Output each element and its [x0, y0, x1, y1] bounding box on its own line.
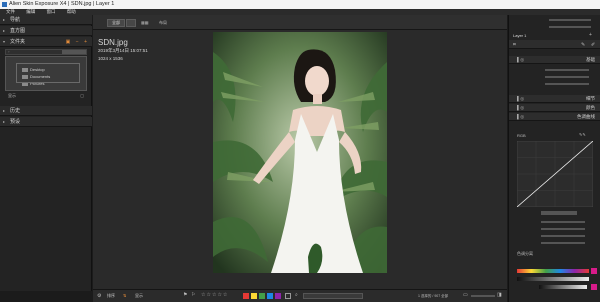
folder-footer: 显示 ▢ [8, 93, 84, 99]
chevron-right-icon: ▸ [3, 28, 6, 33]
shadow-color-swatch[interactable] [591, 284, 597, 290]
folder-tree: Desktop Documents Pictures [5, 56, 87, 91]
top-slider-1[interactable] [549, 19, 591, 21]
top-slider-2[interactable] [549, 26, 591, 28]
settings-icon[interactable]: ▢ [80, 93, 84, 99]
title-bar: Alien Skin Exposure X4 | SDN.jpg | Layer… [0, 0, 600, 9]
curve-slider-3[interactable] [541, 235, 585, 237]
section-basic[interactable]: ▌◎ 基础 [509, 56, 600, 64]
layer-name: Layer 1 [513, 33, 527, 38]
section-color[interactable]: ▌◎ 颜色 [509, 104, 600, 112]
photo-image [213, 32, 387, 273]
menu-window[interactable]: 窗口 [47, 9, 56, 14]
menu-help[interactable]: 帮助 [67, 9, 76, 14]
purple-label-swatch[interactable] [275, 293, 281, 299]
green-label-swatch[interactable] [259, 293, 265, 299]
menu-file[interactable]: 文件 [6, 9, 15, 14]
flag-icon[interactable]: ⚑ [183, 292, 187, 298]
thumbnail-size-icon[interactable]: ▭ [463, 292, 468, 298]
section-histogram[interactable]: ▸ 直方图 [0, 26, 92, 36]
chevron-down-icon: ▾ [3, 39, 6, 44]
section-tone-curve[interactable]: ▌◎ 色调曲线 [509, 113, 600, 121]
selection-status: 1 选择的 / 907 全部 [418, 294, 449, 298]
curve-input-bar[interactable] [541, 211, 577, 215]
filter-label[interactable]: 显示 [135, 293, 143, 299]
tree-selection-frame [16, 63, 80, 83]
chevron-right-icon: ▸ [3, 108, 6, 113]
search-field[interactable] [303, 293, 363, 299]
curve-slider-1[interactable] [541, 221, 585, 223]
eyedropper-icon[interactable]: ✎✎ [579, 132, 586, 137]
reject-flag-icon[interactable]: ⚐ [191, 292, 195, 298]
section-presets[interactable]: ▸ 预设 [0, 117, 92, 127]
pen-icon[interactable]: ✐ [591, 41, 595, 49]
sort-direction-icon[interactable]: ⇅ [123, 293, 126, 298]
search-icon: ⌕ [295, 292, 298, 298]
curve-slider-2[interactable] [541, 228, 585, 230]
fullscreen-icon[interactable]: ◨ [497, 292, 502, 298]
folder-tools-icon[interactable]: ▣ − + [66, 37, 89, 47]
star-rating-icon[interactable]: ☆☆☆☆☆ [201, 292, 228, 298]
disk-icon: ◦ [8, 49, 10, 54]
basic-slider-2[interactable] [545, 76, 589, 78]
hue-gradient[interactable] [517, 269, 589, 273]
curve-icons: ▌◎ [517, 114, 525, 119]
bottom-toolbar: ⚙ 排序 ⇅ 显示 ⚑ ⚐ ☆☆☆☆☆ ⌕ 1 选择的 / 907 全部 ▭ ◨ [93, 289, 507, 302]
menu-edit[interactable]: 编辑 [26, 9, 35, 14]
view-all-button[interactable]: 全部 [107, 19, 125, 27]
tone-curve-graph[interactable] [517, 141, 593, 207]
sort-label[interactable]: 排序 [107, 293, 115, 299]
section-detail[interactable]: ▌◎ 细节 [509, 95, 600, 103]
window-title: Alien Skin Exposure X4 | SDN.jpg | Layer… [9, 1, 115, 7]
color-icons: ▌◎ [517, 105, 525, 110]
section-folders[interactable]: ▾ 文件夹 ▣ − + [0, 37, 92, 47]
split-tone-label: 色调分离 [517, 251, 533, 256]
basic-slider-1[interactable] [545, 69, 589, 71]
saturation-gradient[interactable] [517, 277, 589, 281]
basic-icons: ▌◎ [517, 57, 525, 62]
curve-slider-4[interactable] [541, 242, 585, 244]
viewer-toolbar: 全部 ▦▦ 布局 [93, 15, 507, 30]
layout-label[interactable]: 布局 [159, 20, 167, 26]
highlight-color-swatch[interactable] [591, 268, 597, 274]
grid-icon[interactable]: ▦▦ [141, 20, 149, 25]
section-history[interactable]: ▸ 历史 [0, 106, 92, 116]
file-name: SDN.jpg [98, 38, 128, 47]
yellow-label-swatch[interactable] [251, 293, 257, 299]
gear-icon[interactable]: ⚙ [97, 293, 101, 299]
chevron-right-icon: ▸ [3, 119, 6, 124]
right-panel: Layer 1 + ⌗ ✎ ✐ ▌◎ 基础 ▌◎ 细节 ▌◎ 颜色 ▌◎ 色调曲… [508, 15, 600, 302]
photo-preview[interactable] [213, 32, 387, 273]
crop-icon[interactable]: ⌗ [513, 41, 516, 49]
tool-strip: ⌗ ✎ ✐ [509, 40, 600, 49]
no-label-swatch[interactable] [285, 293, 291, 299]
view-mode-button[interactable] [126, 19, 136, 27]
app-icon [2, 2, 7, 7]
section-navigator[interactable]: ▸ 导航 [0, 15, 92, 25]
blue-label-swatch[interactable] [267, 293, 273, 299]
brush-icon[interactable]: ✎ [581, 41, 585, 49]
add-layer-icon[interactable]: + [589, 32, 592, 38]
file-dimensions: 1024 x 1536 [98, 56, 123, 61]
balance-gradient[interactable] [539, 285, 587, 289]
detail-icons: ▌◎ [517, 96, 525, 101]
thumbnail-size-slider[interactable] [471, 295, 495, 297]
curve-channel[interactable]: RGB [517, 133, 526, 138]
basic-slider-3[interactable] [545, 83, 589, 85]
red-label-swatch[interactable] [243, 293, 249, 299]
search-input[interactable] [62, 50, 86, 54]
folder-search-bar[interactable]: ◦ [5, 49, 87, 55]
chevron-right-icon: ▸ [3, 17, 6, 22]
file-date: 2019年3月14日 15:07:51 [98, 48, 148, 53]
